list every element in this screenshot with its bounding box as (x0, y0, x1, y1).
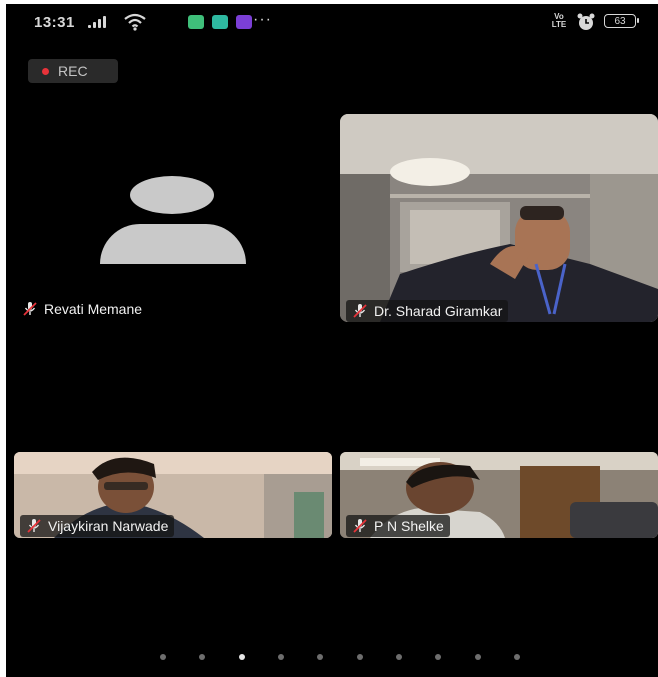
page-dot[interactable] (474, 654, 481, 660)
participant-tile[interactable]: Revati Memane (6, 114, 336, 324)
participant-video-tile[interactable]: Dr. Sharad Giramkar (340, 114, 658, 322)
avatar-head (130, 176, 214, 214)
muted-mic-icon (353, 519, 367, 533)
recording-label: REC (58, 63, 88, 79)
recording-indicator[interactable]: REC (28, 59, 118, 83)
page-dot[interactable] (395, 654, 402, 660)
participant-name-tag: Dr. Sharad Giramkar (346, 300, 509, 322)
wifi-icon (124, 13, 146, 31)
muted-mic-icon (353, 304, 367, 318)
page-dot[interactable] (160, 654, 166, 660)
page-dot[interactable] (199, 654, 206, 660)
app-notification-icon (236, 15, 252, 29)
participant-video-feed (340, 114, 658, 322)
muted-mic-icon (23, 302, 37, 316)
page-dot[interactable] (317, 654, 324, 660)
participant-name-tag: Revati Memane (16, 298, 148, 320)
page-dot[interactable] (356, 654, 363, 660)
page-indicator[interactable] (160, 654, 520, 660)
participant-name: P N Shelke (374, 518, 444, 534)
avatar-body (100, 224, 246, 264)
page-dot[interactable] (513, 654, 520, 660)
page-dot[interactable] (277, 654, 284, 660)
meeting-screen: 13:31 ··· Vo LTE 63 REC Revati Memane Dr… (6, 4, 658, 677)
participant-video-tile[interactable]: P N Shelke (340, 452, 658, 538)
participant-name-tag: Vijaykiran Narwade (20, 515, 175, 537)
muted-mic-icon (27, 519, 41, 533)
app-notification-icon (212, 15, 228, 29)
page-dot[interactable] (435, 654, 442, 660)
battery-icon: 63 (604, 14, 639, 28)
participant-name: Vijaykiran Narwade (48, 518, 169, 534)
recording-dot-icon (42, 68, 49, 75)
volte-indicator: Vo LTE (551, 12, 567, 29)
status-time: 13:31 (34, 14, 75, 31)
participant-name: Revati Memane (44, 301, 143, 317)
page-dot[interactable] (238, 654, 245, 660)
status-bar: 13:31 ··· Vo LTE 63 (6, 4, 658, 40)
app-notification-icon (188, 15, 204, 29)
more-notifications-icon: ··· (253, 11, 272, 28)
alarm-icon (577, 13, 595, 30)
participant-name-tag: P N Shelke (346, 515, 450, 537)
participant-name: Dr. Sharad Giramkar (374, 303, 503, 319)
signal-icon (88, 16, 106, 28)
participant-video-tile[interactable]: Vijaykiran Narwade (14, 452, 332, 538)
